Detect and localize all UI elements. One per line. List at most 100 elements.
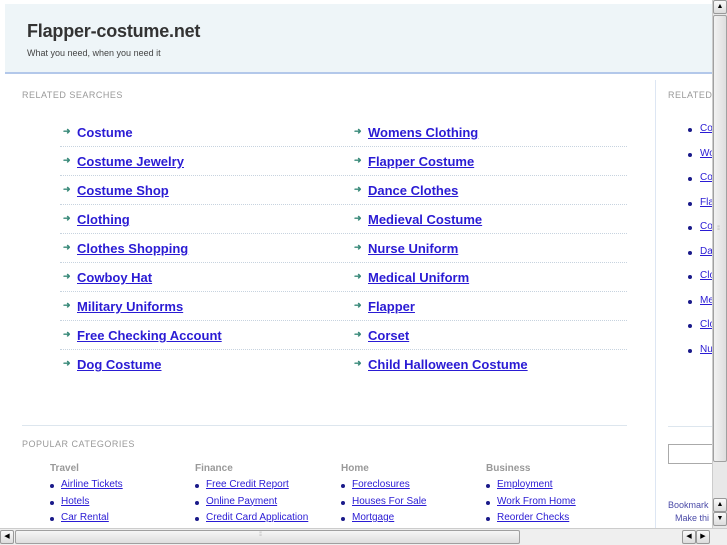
bullet-icon (486, 500, 490, 505)
category-item: Online Payment (195, 496, 277, 513)
related-item: ➜ Medical Uniform (351, 263, 627, 292)
arrow-icon: ➜ (63, 271, 71, 281)
category-link[interactable]: Online Payment (206, 496, 277, 507)
category-title: Travel (50, 463, 79, 474)
vertical-scroll-thumb[interactable]: ⁞⁞⁞ (713, 15, 727, 462)
make-homepage-link[interactable]: Make thi (675, 513, 709, 523)
scroll-left-button-right[interactable]: ◀ (682, 530, 696, 544)
related-link[interactable]: Free Checking Account (77, 328, 222, 343)
scroll-down-button[interactable]: ▼ (713, 512, 727, 526)
bullet-icon (195, 517, 199, 521)
sidebar-link[interactable]: Co (700, 123, 712, 134)
bookmark-link[interactable]: Bookmark (668, 500, 709, 510)
related-item: ➜ Clothing (60, 205, 350, 234)
related-item: ➜ Costume Shop (60, 176, 350, 205)
category-home: Home Foreclosures Houses For Sale Mortga… (341, 463, 426, 528)
vertical-scrollbar[interactable]: ▲ ⁞⁞⁞ ▲ ▼ (712, 0, 727, 528)
sidebar-link[interactable]: Clo (700, 270, 712, 281)
category-link[interactable]: Houses For Sale (352, 496, 426, 507)
sidebar-search-input[interactable] (668, 444, 712, 464)
section-divider (22, 425, 627, 426)
related-item: ➜ Corset (351, 321, 627, 350)
related-link[interactable]: Flapper (368, 299, 415, 314)
grip-icon: ⁞⁞⁞ (259, 532, 262, 538)
category-link[interactable]: Reorder Checks (497, 512, 569, 523)
related-searches-label: RELATED SEARCHES (22, 90, 123, 100)
category-link[interactable]: Foreclosures (352, 479, 410, 490)
arrow-icon: ➜ (63, 242, 71, 252)
related-link[interactable]: Womens Clothing (368, 125, 478, 140)
arrow-icon: ➜ (63, 329, 71, 339)
arrow-icon: ➜ (354, 329, 362, 339)
sidebar-link[interactable]: Fla (700, 197, 712, 208)
sidebar-link[interactable]: Nu (700, 344, 712, 355)
related-item: ➜ Cowboy Hat (60, 263, 350, 292)
related-link[interactable]: Military Uniforms (77, 299, 183, 314)
category-item: Free Credit Report (195, 479, 289, 496)
sidebar-link[interactable]: Wo (700, 148, 712, 159)
bullet-icon (688, 250, 692, 255)
sidebar-link[interactable]: Me (700, 295, 712, 306)
sidebar-link[interactable]: Da (700, 246, 712, 257)
related-link[interactable]: Dance Clothes (368, 183, 458, 198)
related-item: ➜ Clothes Shopping (60, 234, 350, 263)
scroll-left-button[interactable]: ◀ (0, 530, 14, 544)
category-item: Work From Home (486, 496, 576, 513)
sidebar-link[interactable]: Clo (700, 319, 712, 330)
arrow-icon: ➜ (63, 358, 71, 368)
scroll-right-button[interactable]: ▶ (696, 530, 710, 544)
bullet-icon (195, 484, 199, 488)
sidebar-link[interactable]: Co (700, 172, 712, 183)
related-item: ➜ Medieval Costume (351, 205, 627, 234)
related-item: ➜ Military Uniforms (60, 292, 350, 321)
category-finance: Finance Free Credit Report Online Paymen… (195, 463, 308, 528)
category-link[interactable]: Work From Home (497, 496, 576, 507)
bullet-icon (486, 484, 490, 488)
arrow-icon: ➜ (63, 300, 71, 310)
sidebar-link[interactable]: Co (700, 221, 712, 232)
related-link[interactable]: Dog Costume (77, 357, 162, 372)
arrow-icon: ➜ (354, 213, 362, 223)
horizontal-scroll-thumb[interactable]: ⁞⁞⁞ (15, 530, 520, 544)
category-link[interactable]: Mortgage (352, 512, 394, 523)
related-link[interactable]: Child Halloween Costume (368, 357, 528, 372)
related-link[interactable]: Costume (77, 125, 133, 140)
related-link[interactable]: Clothing (77, 212, 130, 227)
category-link[interactable]: Hotels (61, 496, 89, 507)
related-link[interactable]: Nurse Uniform (368, 241, 458, 256)
arrow-up-icon: ▲ (716, 501, 724, 508)
category-title: Business (486, 463, 531, 474)
bullet-icon (688, 275, 692, 279)
related-link[interactable]: Medical Uniform (368, 270, 469, 285)
arrow-icon: ➜ (354, 126, 362, 136)
category-link[interactable]: Airline Tickets (61, 479, 123, 490)
popular-categories-label: POPULAR CATEGORIES (22, 439, 135, 449)
related-link[interactable]: Costume Jewelry (77, 154, 184, 169)
bullet-icon (688, 299, 692, 304)
bullet-icon (688, 177, 692, 181)
arrow-down-icon: ▼ (716, 515, 724, 522)
scroll-up-button-bottom[interactable]: ▲ (713, 498, 727, 512)
related-link[interactable]: Costume Shop (77, 183, 169, 198)
category-link[interactable]: Free Credit Report (206, 479, 289, 490)
grip-icon: ⁞⁞⁞ (717, 226, 720, 232)
related-link[interactable]: Clothes Shopping (77, 241, 188, 256)
related-link[interactable]: Medieval Costume (368, 212, 482, 227)
category-link[interactable]: Employment (497, 479, 553, 490)
site-title[interactable]: Flapper-costume.net (27, 21, 200, 42)
related-item: ➜ Dog Costume (60, 350, 350, 378)
related-item: ➜ Nurse Uniform (351, 234, 627, 263)
category-link[interactable]: Credit Card Application (206, 512, 308, 523)
related-link[interactable]: Flapper Costume (368, 154, 474, 169)
arrow-icon: ➜ (354, 300, 362, 310)
arrow-icon: ➜ (63, 184, 71, 194)
horizontal-scrollbar[interactable]: ◀ ⁞⁞⁞ ◀ ▶ (0, 528, 727, 545)
category-link[interactable]: Car Rental (61, 512, 109, 523)
scroll-up-button[interactable]: ▲ (713, 0, 727, 14)
arrow-left-icon: ◀ (4, 533, 10, 540)
related-list-right: ➜ Womens Clothing ➜ Flapper Costume ➜ Dance… (351, 118, 627, 378)
category-travel: Travel Airline Tickets Hotels Car Rental (50, 463, 123, 528)
related-link[interactable]: Corset (368, 328, 409, 343)
related-link[interactable]: Cowboy Hat (77, 270, 152, 285)
bullet-icon (486, 517, 490, 521)
